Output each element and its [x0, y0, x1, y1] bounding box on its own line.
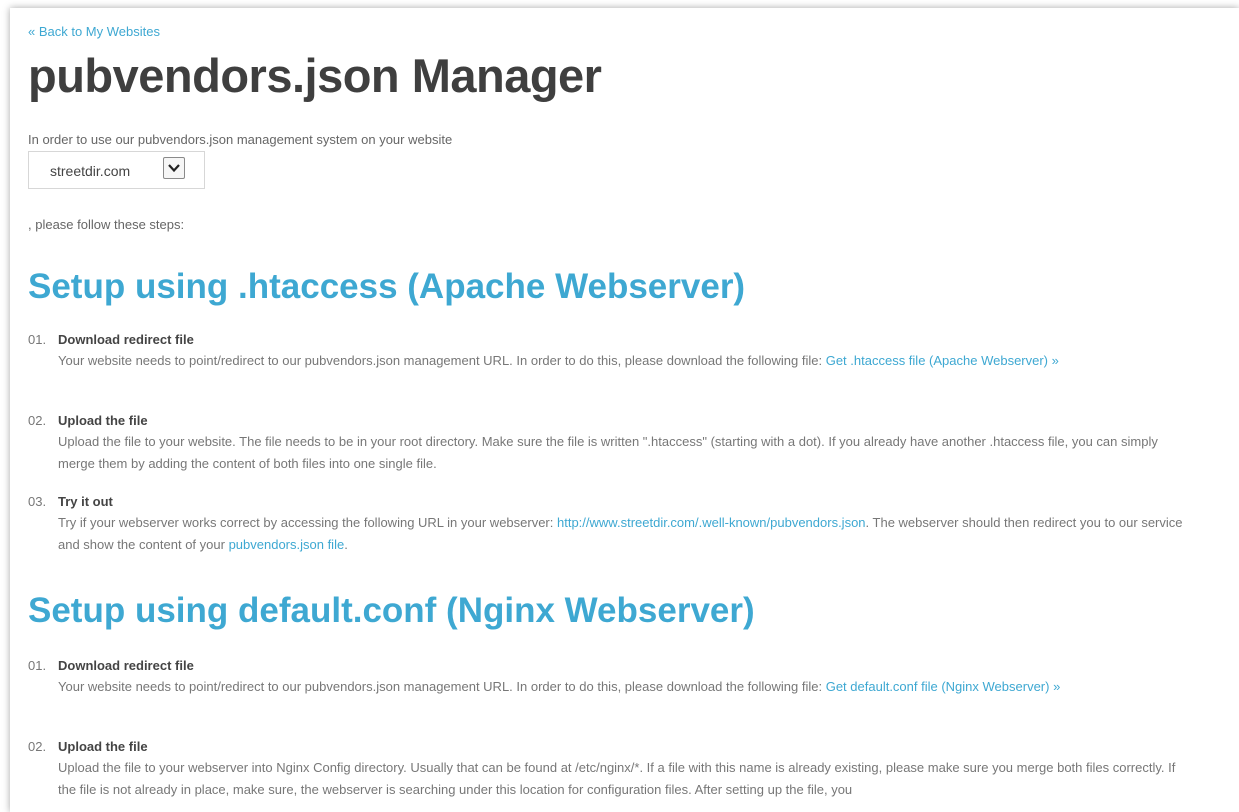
step-title: Upload the file: [58, 739, 148, 754]
step-text-before: Try if your webserver works correct by a…: [58, 515, 557, 530]
step-title: Download redirect file: [58, 332, 194, 347]
step-title: Try it out: [58, 494, 113, 509]
step-number: 01.: [28, 332, 47, 347]
chevron-down-icon[interactable]: [163, 157, 185, 179]
section-heading-nginx: Setup using default.conf (Nginx Webserve…: [28, 591, 755, 630]
step-number: 02.: [28, 413, 47, 428]
page-frame: « Back to My Websites pubvendors.json Ma…: [10, 8, 1239, 812]
website-select[interactable]: streetdir.com: [28, 151, 205, 189]
page-title: pubvendors.json Manager: [28, 49, 602, 102]
step-text: Upload the file to your webserver into N…: [58, 760, 1176, 797]
step-title: Download redirect file: [58, 658, 194, 673]
pubvendors-file-link[interactable]: pubvendors.json file: [229, 537, 345, 552]
step-text: Your website needs to point/redirect to …: [58, 350, 1188, 372]
step-number: 01.: [28, 658, 47, 673]
website-select-value: streetdir.com: [50, 163, 131, 179]
get-htaccess-file-link[interactable]: Get .htaccess file (Apache Webserver) »: [826, 353, 1059, 368]
step-title: Upload the file: [58, 413, 148, 428]
back-to-websites-link[interactable]: « Back to My Websites: [28, 24, 160, 39]
step-number: 03.: [28, 494, 47, 509]
step-text-body: Your website needs to point/redirect to …: [58, 353, 826, 368]
test-url-link[interactable]: http://www.streetdir.com/.well-known/pub…: [557, 515, 866, 530]
step-text: Your website needs to point/redirect to …: [58, 676, 1188, 698]
step-text-body: Your website needs to point/redirect to …: [58, 679, 826, 694]
intro-text: In order to use our pubvendors.json mana…: [28, 132, 453, 147]
step-number: 02.: [28, 739, 47, 754]
get-default-conf-file-link[interactable]: Get default.conf file (Nginx Webserver) …: [826, 679, 1061, 694]
section-heading-apache: Setup using .htaccess (Apache Webserver): [28, 267, 746, 306]
steps-hint-text: , please follow these steps:: [28, 217, 185, 232]
chevron-down-glyph: [168, 164, 180, 173]
step-text: Try if your webserver works correct by a…: [58, 512, 1188, 556]
step-text-after: .: [344, 537, 348, 552]
step-text: Upload the file to your website. The fil…: [58, 434, 1158, 471]
